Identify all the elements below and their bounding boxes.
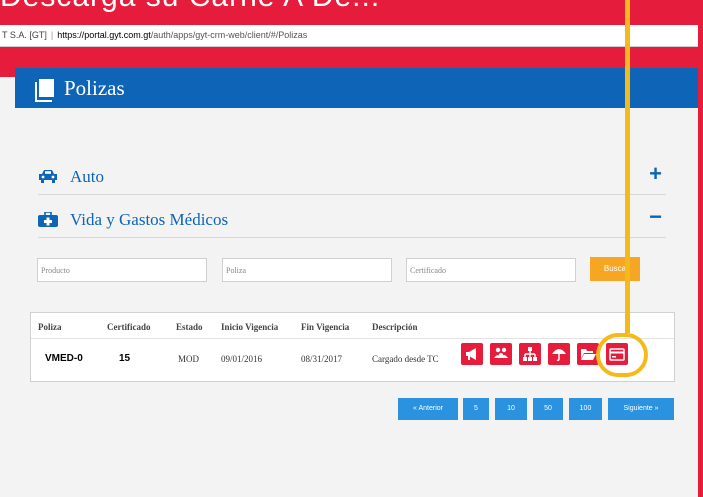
- column-header: Poliza: [38, 322, 62, 332]
- callout-highlight: [596, 333, 648, 377]
- collapse-toggle[interactable]: −: [649, 204, 662, 230]
- site-identity: T S.A. [GT]: [2, 30, 47, 40]
- pager-size-10[interactable]: 10: [495, 398, 527, 420]
- folder-open-icon: [581, 349, 596, 360]
- cell-estado: MOD: [178, 354, 200, 364]
- network-button[interactable]: [519, 343, 541, 365]
- search-button[interactable]: Busca: [590, 257, 640, 281]
- headline-banner: Descarga su Carné A Dé...: [0, 0, 380, 14]
- pager-size-50[interactable]: 50: [533, 398, 563, 420]
- cell-fin-vigencia: 08/31/2017: [301, 354, 343, 364]
- page-title-bar: Polizas: [15, 68, 698, 108]
- medkit-icon: [38, 212, 58, 227]
- expand-toggle[interactable]: +: [649, 161, 662, 187]
- pager-size-5[interactable]: 5: [463, 398, 489, 420]
- cell-inicio-vigencia: 09/01/2016: [221, 354, 263, 364]
- umbrella-icon: [552, 349, 566, 362]
- megaphone-icon: [466, 348, 476, 360]
- beneficiaries-button[interactable]: [490, 343, 512, 365]
- column-header: Inicio Vigencia: [221, 322, 279, 332]
- page-title: Polizas: [64, 76, 125, 100]
- column-header: Certificado: [107, 322, 151, 332]
- producto-input[interactable]: Producto: [37, 258, 207, 282]
- section-auto[interactable]: Auto +: [38, 157, 666, 195]
- column-header: Estado: [176, 322, 203, 332]
- cell-poliza: VMED-0: [45, 353, 83, 364]
- url-path: /auth/apps/gyt-crm-web/client/#/Polizas: [150, 30, 308, 40]
- pager-next[interactable]: Siguiente »: [608, 398, 674, 420]
- header-divider: [31, 338, 674, 339]
- sitemap-icon: [523, 347, 537, 361]
- document-icon: [35, 79, 54, 102]
- address-bar[interactable]: T S.A. [GT] | https://portal.gyt.com.gt/au…: [0, 25, 698, 47]
- poliza-input[interactable]: Poliza: [222, 258, 392, 282]
- section-label: Vida y Gastos Médicos: [70, 210, 229, 229]
- column-header: Descripción: [372, 322, 418, 332]
- people-icon: [494, 347, 508, 358]
- coverage-button[interactable]: [548, 343, 570, 365]
- column-header: Fin Vigencia: [301, 322, 350, 332]
- cell-certificado: 15: [119, 353, 131, 364]
- megaphone-button[interactable]: [461, 343, 483, 365]
- section-vida-gastos-medicos[interactable]: Vida y Gastos Médicos −: [38, 200, 666, 238]
- pager-previous[interactable]: « Anterior: [398, 398, 458, 420]
- certificado-input[interactable]: Certificado: [406, 258, 576, 282]
- cell-descripcion: Cargado desde TC: [372, 354, 439, 364]
- url-host: https://portal.gyt.com.gt: [57, 30, 151, 40]
- callout-pointer: [625, 0, 630, 333]
- polizas-table: Poliza Certificado Estado Inicio Vigenci…: [30, 312, 675, 382]
- section-label: Auto: [70, 167, 104, 186]
- car-icon: [39, 170, 57, 183]
- pager-size-100[interactable]: 100: [569, 398, 602, 420]
